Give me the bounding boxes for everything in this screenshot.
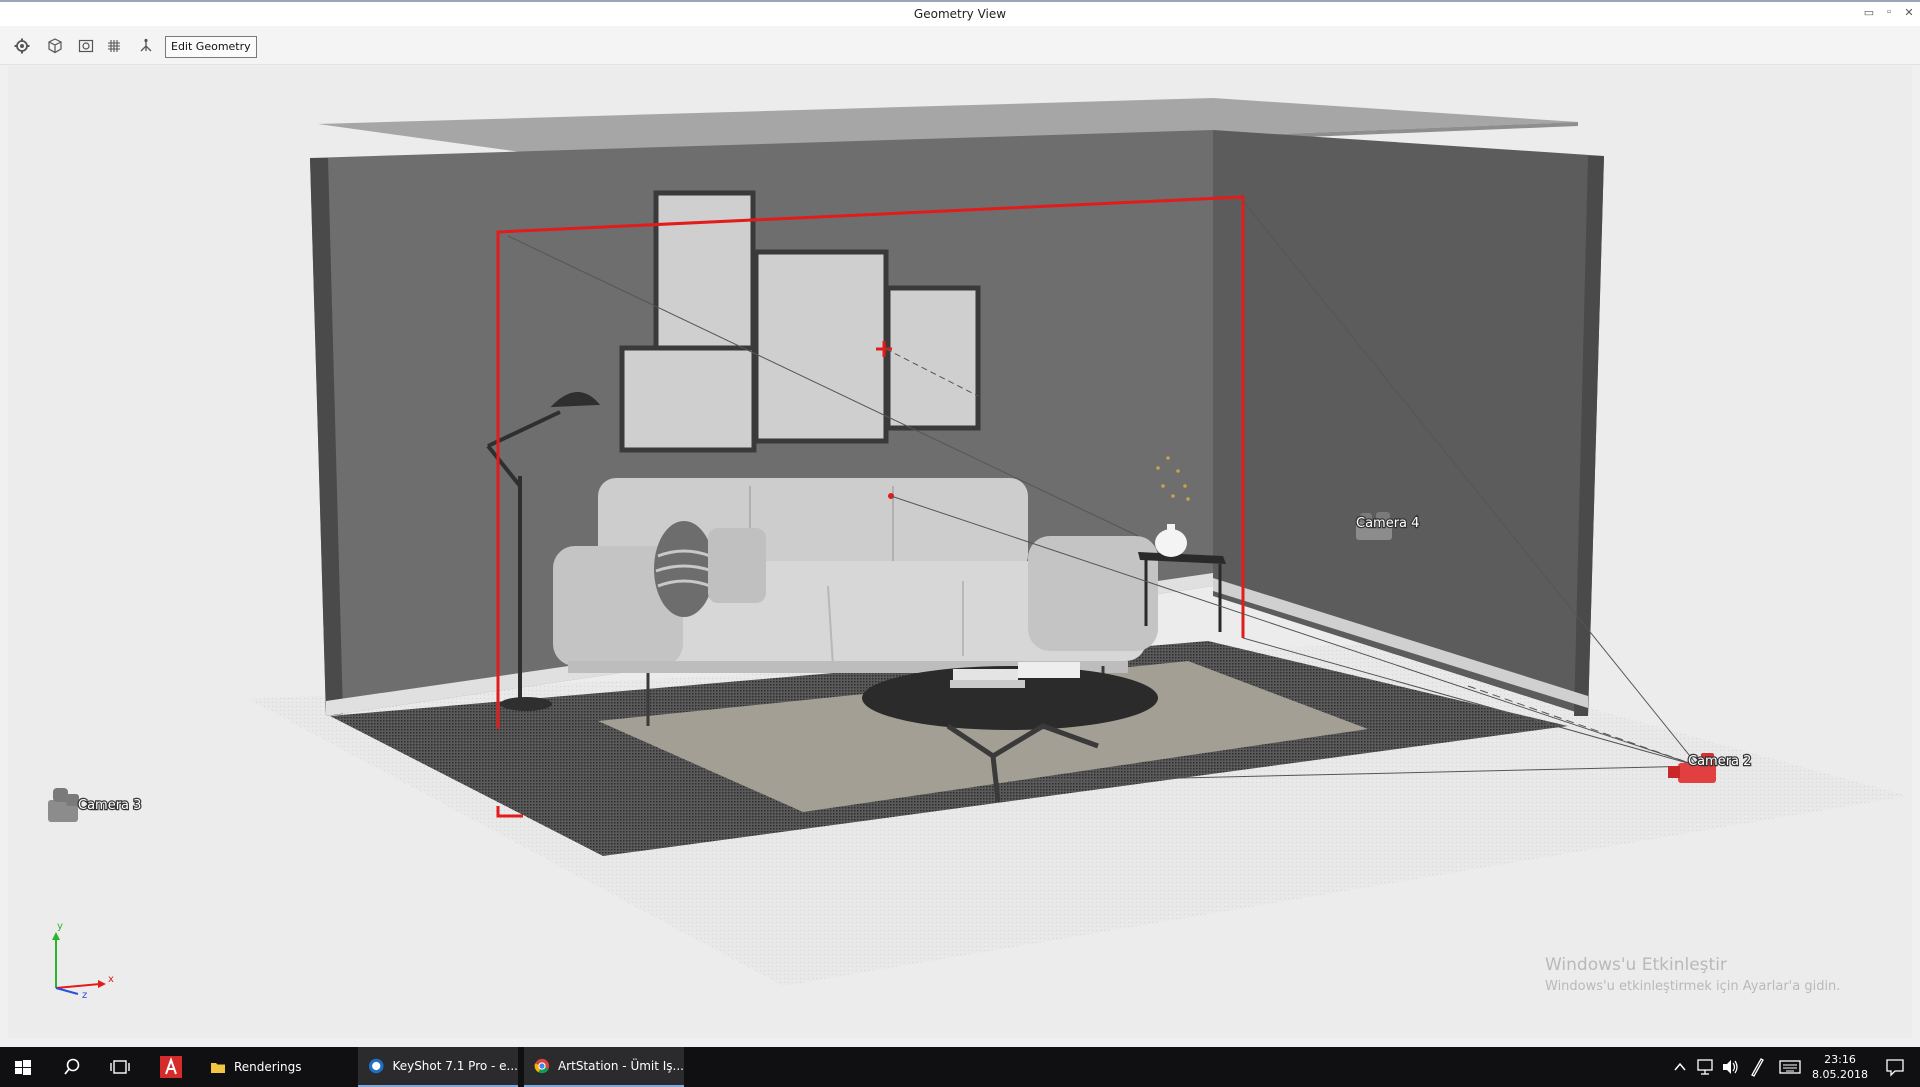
title-bar: Geometry View ▭ ▫ ✕ [0,0,1920,26]
autocad-icon[interactable] [158,1047,184,1087]
activation-watermark: Windows'u Etkinleştir Windows'u etkinleş… [1545,955,1840,994]
taskbar: Renderings KeyShot 7.1 Pro - e... ArtSta… [0,1047,1920,1087]
camera-2-label: Camera 2 [1688,754,1751,769]
clock-time: 23:16 [1824,1053,1856,1066]
network-icon[interactable] [1696,1047,1714,1087]
volume-icon[interactable] [1720,1047,1740,1087]
keyboard-icon[interactable] [1778,1047,1802,1087]
maximize-icon[interactable]: ▫ [1882,6,1896,18]
watermark-line-1: Windows'u Etkinleştir [1545,955,1727,975]
scene-render: Camera 2 Camera 3 Camera 4 y x z [48,98,1908,1001]
toolbar: Edit Geometry [0,26,1920,65]
gear-icon[interactable] [14,38,30,54]
camera-4-label: Camera 4 [1356,516,1419,531]
restore-icon[interactable]: ▭ [1862,6,1876,19]
taskbar-app-keyshot[interactable]: KeyShot 7.1 Pro - e... [358,1047,518,1087]
camera-3-label: Camera 3 [78,798,141,813]
windows-start-icon[interactable] [10,1047,36,1087]
window-title: Geometry View [913,7,1007,21]
keyshot-icon [368,1058,384,1074]
chevron-up-icon[interactable] [1672,1047,1688,1087]
edit-geometry-button[interactable]: Edit Geometry [165,36,257,58]
chrome-icon [534,1058,550,1074]
close-icon[interactable]: ✕ [1902,6,1916,19]
taskbar-app-label: ArtStation - Ümit Iş... [557,1059,684,1073]
geometry-view-window: Geometry View ▭ ▫ ✕ Edit Geometry Camera… [0,0,1920,1047]
3d-viewport[interactable]: Camera 2 Camera 3 Camera 4 y x z [8,66,1912,1038]
pen-icon[interactable] [1748,1047,1766,1087]
taskbar-app-label: KeyShot 7.1 Pro - e... [392,1059,518,1073]
taskbar-app-label: Renderings [234,1060,302,1074]
axis-y-label: y [57,921,63,932]
camera-3-icon [48,788,79,822]
clock-date: 8.05.2018 [1812,1068,1868,1081]
task-view-icon[interactable] [108,1047,132,1087]
system-clock[interactable]: 23:16 8.05.2018 [1812,1052,1868,1082]
grid-icon[interactable] [106,38,122,54]
taskbar-app-renderings[interactable]: Renderings [200,1047,350,1087]
taskbar-app-artstation[interactable]: ArtStation - Ümit Iş... [524,1047,684,1087]
axis-x-label: x [108,974,114,985]
axis-z-label: z [82,990,87,1001]
watermark-line-2: Windows'u etkinleştirmek için Ayarlar'a … [1545,979,1841,994]
scene-tree-icon[interactable] [138,38,154,54]
camera-view-icon[interactable] [78,38,94,54]
right-wall [1213,130,1604,716]
folder-icon [211,1063,225,1073]
notifications-icon[interactable] [1883,1047,1907,1087]
axis-gizmo: y x z [52,921,114,1001]
cube-icon[interactable] [47,38,63,54]
search-icon[interactable] [60,1047,84,1087]
